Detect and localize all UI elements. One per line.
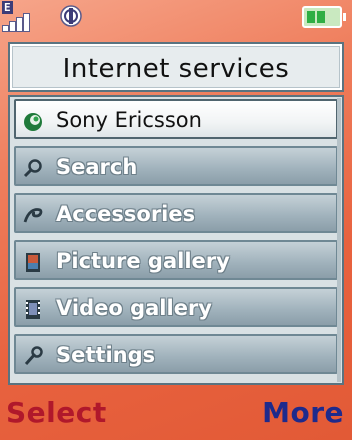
signal-icon [2, 13, 34, 32]
menu-item-sony-ericsson[interactable]: Sony Ericsson [14, 99, 338, 139]
menu-item-label: Settings [56, 343, 156, 367]
menu-item-accessories[interactable]: Accessories [14, 193, 338, 233]
status-bar: E [0, 0, 352, 36]
settings-wrench-icon [24, 346, 43, 366]
network-status-icon [60, 5, 82, 27]
sony-ericsson-logo-icon [24, 113, 42, 131]
scrollbar[interactable] [337, 98, 341, 382]
menu-list: Sony Ericsson Search Accessories Picture… [8, 95, 344, 385]
menu-item-label: Video gallery [56, 296, 212, 320]
menu-item-label: Sony Ericsson [56, 108, 202, 132]
search-icon [23, 159, 42, 178]
picture-gallery-icon [26, 253, 40, 272]
network-type-indicator: E [2, 1, 13, 14]
accessories-icon [23, 208, 43, 223]
menu-item-label: Search [56, 155, 138, 179]
battery-icon [302, 6, 346, 28]
screen-header: Internet services [8, 42, 344, 92]
menu-item-video-gallery[interactable]: Video gallery [14, 287, 338, 327]
more-softkey[interactable]: More [262, 396, 344, 429]
video-gallery-icon [26, 300, 40, 319]
menu-item-label: Picture gallery [56, 249, 230, 273]
menu-item-settings[interactable]: Settings [14, 334, 338, 374]
page-title: Internet services [62, 54, 290, 84]
select-softkey[interactable]: Select [6, 396, 107, 429]
menu-item-picture-gallery[interactable]: Picture gallery [14, 240, 338, 280]
menu-item-label: Accessories [56, 202, 196, 226]
menu-item-search[interactable]: Search [14, 146, 338, 186]
